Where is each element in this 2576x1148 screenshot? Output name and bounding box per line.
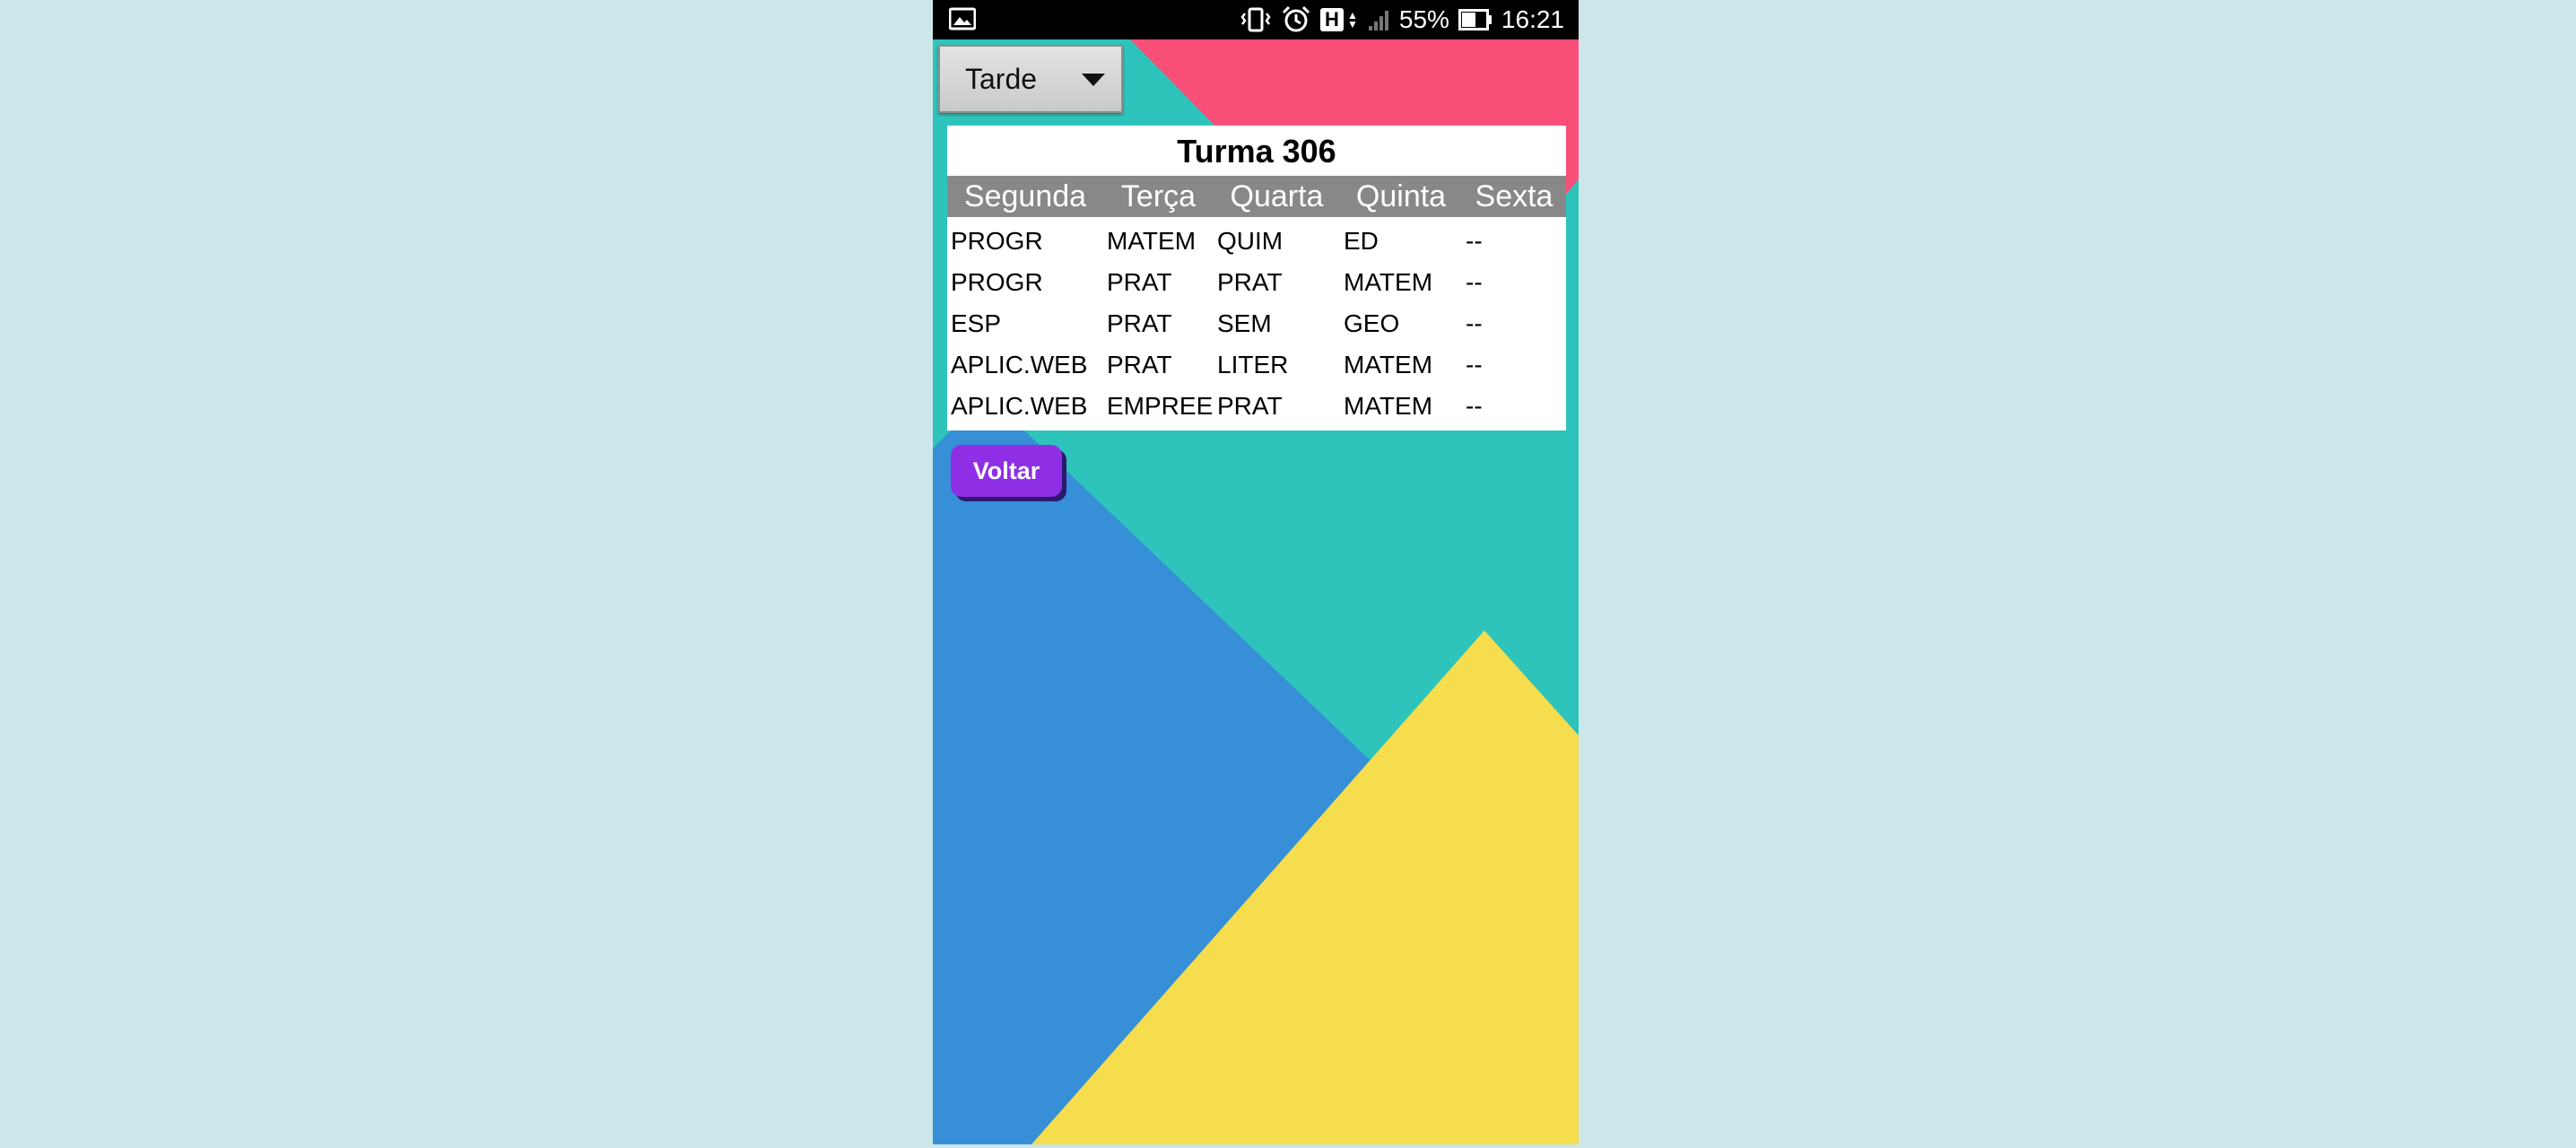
column-header-sexta: Sexta [1462,176,1566,217]
table-cell: LITER [1217,351,1289,378]
schedule-table: Turma 306 Segunda Terça Quarta Quinta Se… [947,126,1566,430]
table-cell: PRAT [1107,309,1172,337]
table-cell: PRAT [1217,268,1283,296]
table-cell: MATEM [1107,227,1197,255]
column-header-quinta: Quinta [1340,176,1462,217]
chevron-down-icon [1082,74,1105,91]
table-cell: PRAT [1217,392,1283,420]
battery-percentage: 55% [1398,5,1449,33]
table-cell: -- [1466,309,1483,337]
table-row: ESP PRAT SEM GEO -- [947,303,1566,344]
table-cell: GEO [1344,309,1400,337]
table-cell: APLIC.WEB [951,351,1088,378]
table-cell: -- [1466,227,1483,255]
table-cell: PROGR [951,227,1043,255]
table-row: APLIC.WEB EMPREE PRAT MATEM -- [947,386,1566,430]
alarm-icon [1281,5,1311,34]
table-cell: -- [1466,392,1483,420]
table-cell: SEM [1217,309,1272,337]
vibrate-icon [1240,6,1272,33]
gallery-icon [948,7,977,37]
phone-screen: H ▲ ▼ 55% 16:21 Tarde Turma 306 Segunda … [933,0,1579,1144]
period-spinner-value: Tarde [965,63,1038,95]
table-cell: -- [1466,351,1483,378]
signal-icon [1367,8,1390,31]
column-header-terca: Terça [1103,176,1214,217]
battery-icon [1458,8,1493,31]
table-row: PROGR MATEM QUIM ED -- [947,217,1566,262]
column-header-quarta: Quarta [1214,176,1340,217]
header-row: Segunda Terça Quarta Quinta Sexta [947,176,1566,217]
table-cell: ESP [951,309,1002,337]
network-type-icon: H [1319,8,1344,31]
table-cell: QUIM [1217,227,1284,255]
table-cell: ED [1344,227,1379,255]
column-header-segunda: Segunda [947,176,1103,217]
table-cell: MATEM [1344,268,1433,296]
table-cell: MATEM [1344,392,1433,420]
back-button[interactable]: Voltar [951,445,1062,497]
period-spinner[interactable]: Tarde [938,45,1123,113]
data-activity-icon: ▲ ▼ [1346,9,1358,30]
table-cell: EMPREE [1107,392,1214,420]
table-cell: APLIC.WEB [951,392,1088,420]
table-row: APLIC.WEB PRAT LITER MATEM -- [947,344,1566,386]
table-row: PROGR PRAT PRAT MATEM -- [947,262,1566,303]
table-cell: -- [1466,268,1483,296]
table-cell: PROGR [951,268,1043,296]
timetable: Segunda Terça Quarta Quinta Sexta PROGR … [947,176,1566,430]
clock: 16:21 [1501,5,1564,33]
table-cell: MATEM [1344,351,1433,378]
status-bar: H ▲ ▼ 55% 16:21 [933,0,1579,39]
table-cell: PRAT [1107,351,1172,378]
schedule-title: Turma 306 [1177,133,1336,170]
table-cell: PRAT [1107,268,1172,296]
